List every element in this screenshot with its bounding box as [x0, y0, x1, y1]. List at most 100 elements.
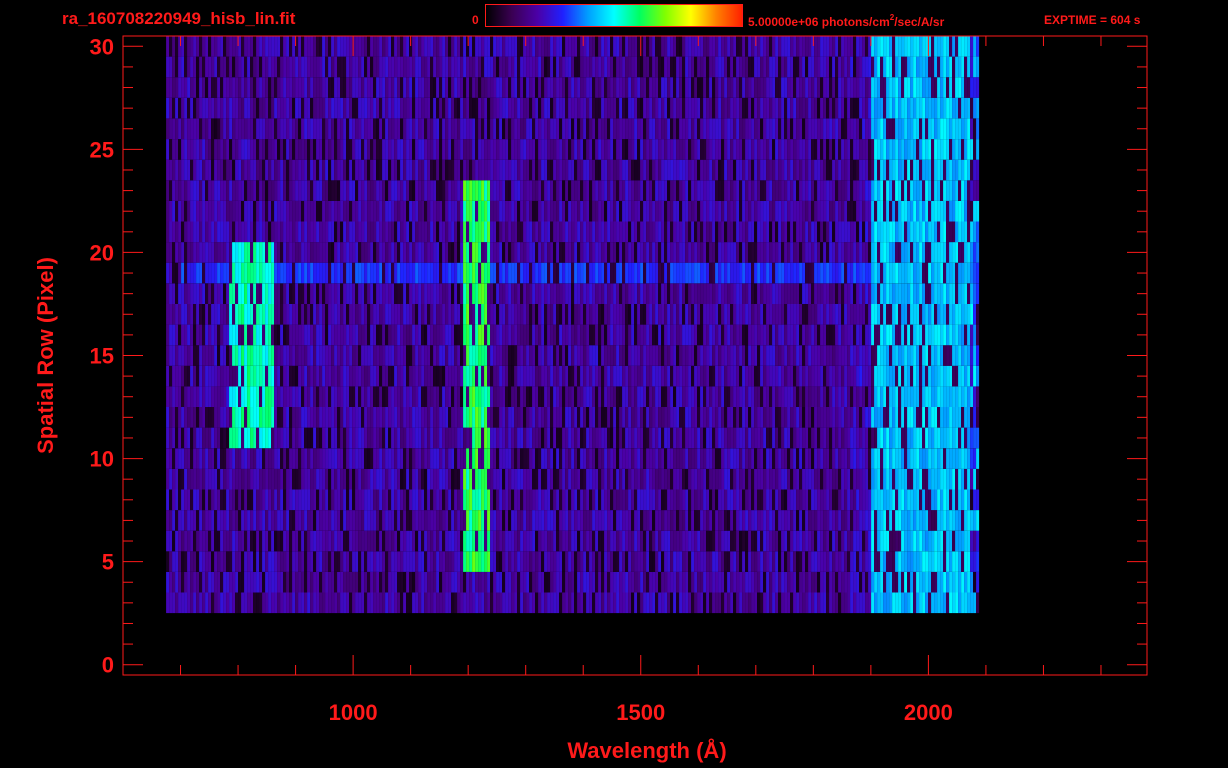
- heatmap-cell: [442, 448, 446, 469]
- heatmap-cell: [523, 551, 527, 572]
- heatmap-cell: [574, 262, 578, 284]
- heatmap-cell: [304, 407, 308, 428]
- heatmap-cell: [913, 571, 917, 593]
- heatmap-cell: [643, 304, 647, 325]
- heatmap-cell: [328, 468, 332, 490]
- heatmap-cell: [442, 242, 446, 263]
- heatmap-cell: [199, 571, 203, 593]
- heatmap-cell: [535, 365, 539, 387]
- heatmap-cell: [379, 242, 383, 263]
- heatmap-cell: [652, 283, 656, 304]
- heatmap-cell: [622, 551, 626, 572]
- heatmap-cell: [904, 345, 908, 366]
- heatmap-cell: [844, 468, 848, 490]
- heatmap-cell: [475, 551, 479, 572]
- heatmap-cell: [325, 530, 329, 552]
- heatmap-cell: [406, 551, 410, 572]
- heatmap-cell: [349, 221, 353, 243]
- heatmap-cell: [916, 407, 920, 428]
- heatmap-cell: [799, 407, 803, 428]
- heatmap-cell: [649, 345, 653, 366]
- heatmap-cell: [493, 324, 497, 346]
- heatmap-cell: [238, 221, 242, 243]
- heatmap-cell: [760, 510, 764, 531]
- heatmap-cell: [490, 592, 494, 614]
- heatmap-cell: [655, 283, 659, 304]
- heatmap-cell: [493, 365, 497, 387]
- heatmap-cell: [877, 345, 881, 366]
- heatmap-cell: [691, 468, 695, 490]
- heatmap-cell: [175, 448, 179, 469]
- heatmap-cell: [421, 345, 425, 366]
- heatmap-cell: [292, 365, 296, 387]
- heatmap-cell: [820, 571, 824, 593]
- heatmap-cell: [250, 262, 254, 284]
- heatmap-cell: [544, 304, 548, 325]
- heatmap-cell: [523, 530, 527, 552]
- heatmap-cell: [832, 304, 836, 325]
- heatmap-cell: [784, 571, 788, 593]
- heatmap-cell: [415, 551, 419, 572]
- heatmap-cell: [565, 530, 569, 552]
- heatmap-cell: [862, 345, 866, 366]
- heatmap-cell: [625, 304, 629, 325]
- heatmap-cell: [781, 489, 785, 511]
- heatmap-cell: [286, 221, 290, 243]
- heatmap-cell: [235, 324, 239, 346]
- heatmap-cell: [868, 489, 872, 511]
- heatmap-cell: [409, 262, 413, 284]
- heatmap-cell: [796, 242, 800, 263]
- heatmap-cell: [847, 324, 851, 346]
- heatmap-cell: [571, 324, 575, 346]
- heatmap-cell: [418, 510, 422, 531]
- heatmap-cell: [424, 345, 428, 366]
- heatmap-cell: [475, 324, 479, 346]
- heatmap-cell: [499, 592, 503, 614]
- heatmap-cell: [289, 324, 293, 346]
- heatmap-cell: [682, 510, 686, 531]
- heatmap-cell: [277, 592, 281, 614]
- heatmap-cell: [829, 468, 833, 490]
- heatmap-cell: [787, 345, 791, 366]
- heatmap-cell: [490, 345, 494, 366]
- heatmap-cell: [283, 571, 287, 593]
- heatmap-cell: [307, 489, 311, 511]
- heatmap-cell: [292, 468, 296, 490]
- heatmap-cell: [856, 324, 860, 346]
- heatmap-cell: [898, 489, 902, 511]
- heatmap-cell: [316, 407, 320, 428]
- heatmap-cell: [529, 345, 533, 366]
- heatmap-cell: [568, 262, 572, 284]
- heatmap-cell: [811, 427, 815, 449]
- heatmap-cell: [742, 365, 746, 387]
- heatmap-cell: [643, 324, 647, 346]
- heatmap-cell: [241, 592, 245, 614]
- heatmap-cell: [196, 489, 200, 511]
- heatmap-cell: [817, 283, 821, 304]
- heatmap-cell: [196, 530, 200, 552]
- heatmap-cell: [916, 468, 920, 490]
- heatmap-cell: [871, 489, 875, 511]
- heatmap-cell: [496, 551, 500, 572]
- heatmap-cell: [898, 530, 902, 552]
- heatmap-cell: [394, 551, 398, 572]
- heatmap-cell: [646, 304, 650, 325]
- heatmap-cell: [565, 571, 569, 593]
- heatmap-cell: [241, 551, 245, 572]
- heatmap-cell: [901, 489, 905, 511]
- heatmap-cell: [271, 324, 275, 346]
- heatmap-cell: [292, 345, 296, 366]
- heatmap-cell: [418, 324, 422, 346]
- heatmap-cell: [928, 530, 932, 552]
- heatmap-cell: [769, 386, 773, 407]
- heatmap-cell: [802, 345, 806, 366]
- heatmap-cell: [187, 242, 191, 263]
- heatmap-cell: [346, 530, 350, 552]
- heatmap-cell: [565, 345, 569, 366]
- heatmap-cell: [718, 365, 722, 387]
- heatmap-cell: [934, 427, 938, 449]
- heatmap-cell: [241, 262, 245, 284]
- heatmap-cell: [604, 304, 608, 325]
- heatmap-cell: [883, 448, 887, 469]
- heatmap-cell: [685, 427, 689, 449]
